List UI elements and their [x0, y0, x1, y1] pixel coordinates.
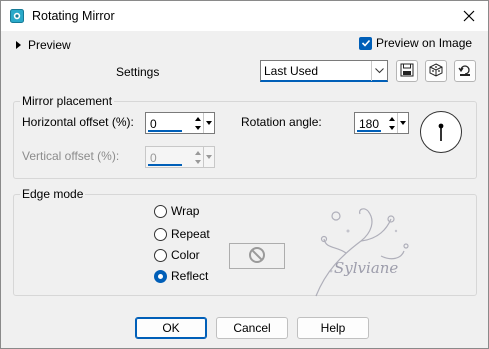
preview-toggle[interactable]: Preview: [16, 38, 71, 52]
rotation-angle-label: Rotation angle:: [241, 115, 322, 129]
close-icon[interactable]: [458, 5, 480, 27]
dropdown-arrow-icon[interactable]: [397, 113, 408, 133]
edge-mode-reflect-radio[interactable]: Reflect: [154, 269, 208, 283]
radio-circle: [154, 204, 167, 218]
rotation-angle-dial[interactable]: [420, 111, 462, 153]
save-preset-button[interactable]: [396, 60, 418, 82]
dropdown-arrow-icon[interactable]: [203, 147, 214, 167]
preview-label: Preview: [28, 38, 71, 52]
settings-label: Settings: [116, 65, 160, 79]
horizontal-offset-label: Horizontal offset (%):: [22, 115, 134, 129]
radio-label: Color: [171, 248, 200, 262]
preset-value: Last Used: [264, 64, 319, 78]
spin-buttons[interactable]: [193, 148, 203, 166]
dropdown-arrow-icon[interactable]: [203, 113, 214, 133]
edge-mode-title: Edge mode: [20, 187, 86, 201]
edge-mode-color-radio[interactable]: Color: [154, 248, 200, 262]
reset-icon: [458, 63, 472, 80]
preview-on-image-checkbox[interactable]: Preview on Image: [359, 36, 472, 50]
watermark-flourish: [315, 208, 409, 297]
rotation-angle-input[interactable]: 180: [354, 112, 409, 134]
dial-needle-icon: [438, 123, 444, 141]
ok-button[interactable]: OK: [135, 317, 207, 339]
title-bar: Rotating Mirror: [1, 1, 488, 31]
reset-button[interactable]: [454, 60, 476, 82]
watermark: Sylviane: [286, 201, 426, 301]
no-color-icon: [248, 246, 266, 267]
randomize-button[interactable]: [425, 60, 447, 82]
watermark-text: Sylviane: [334, 259, 399, 277]
spin-buttons[interactable]: [193, 114, 203, 132]
horizontal-offset-value: 0: [150, 117, 157, 131]
radio-circle: [154, 227, 167, 241]
preset-dropdown[interactable]: Last Used: [260, 60, 388, 82]
radio-label: Wrap: [171, 204, 200, 218]
randomize-icon: [429, 62, 443, 80]
expand-arrow-icon: [16, 41, 21, 49]
chevron-down-icon: [371, 61, 387, 81]
rotation-angle-value: 180: [359, 117, 380, 131]
value-underline: [148, 164, 182, 166]
dialog-window: Rotating Mirror Preview Preview on Image…: [0, 0, 489, 349]
radio-circle-selected: [154, 269, 167, 283]
edge-mode-repeat-radio[interactable]: Repeat: [154, 227, 210, 241]
value-underline: [357, 130, 381, 132]
radio-label: Reflect: [171, 269, 209, 283]
edge-color-swatch[interactable]: [229, 243, 285, 269]
cancel-button[interactable]: Cancel: [216, 317, 288, 339]
value-underline: [148, 130, 182, 132]
edge-mode-wrap-radio[interactable]: Wrap: [154, 204, 199, 218]
horizontal-offset-input[interactable]: 0: [145, 112, 215, 134]
checkmark-icon: [359, 36, 372, 50]
preview-on-image-label: Preview on Image: [376, 36, 473, 50]
window-title: Rotating Mirror: [32, 9, 115, 23]
spin-buttons[interactable]: [387, 114, 397, 132]
radio-label: Repeat: [171, 227, 210, 241]
vertical-offset-value: 0: [150, 151, 157, 165]
vertical-offset-label: Vertical offset (%):: [22, 149, 120, 163]
save-preset-icon: [400, 63, 414, 80]
mirror-placement-title: Mirror placement: [20, 94, 115, 108]
help-button[interactable]: Help: [297, 317, 369, 339]
radio-circle: [154, 248, 167, 262]
vertical-offset-input[interactable]: 0: [145, 146, 215, 168]
app-icon: [10, 9, 24, 23]
